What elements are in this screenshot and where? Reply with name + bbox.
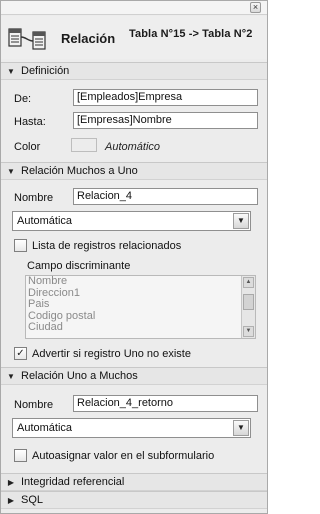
title-bar: × [1, 1, 267, 15]
section-sql[interactable]: ▶ SQL [1, 491, 267, 509]
hasta-field[interactable]: [Empresas]Nombre [73, 112, 258, 129]
advertir-checkbox-row[interactable]: ✓ Advertir si registro Uno no existe [14, 347, 191, 360]
section-definicion-label: Definición [21, 65, 70, 77]
collapsed-triangle-icon: ▶ [7, 495, 15, 505]
scroll-down-icon[interactable]: ▼ [243, 326, 254, 337]
list-item[interactable]: Ciudad [26, 321, 255, 334]
de-label: De: [14, 93, 32, 105]
list-scrollbar[interactable]: ▲ ▼ [241, 276, 255, 338]
hasta-label: Hasta: [14, 116, 46, 128]
scroll-up-icon[interactable]: ▲ [243, 277, 254, 288]
list-item[interactable]: Direccion1 [26, 287, 255, 300]
advertir-label: Advertir si registro Uno no existe [32, 347, 191, 360]
section-muchos-a-uno[interactable]: ▼ Relación Muchos a Uno [1, 162, 267, 180]
chevron-down-icon[interactable]: ▼ [233, 420, 249, 436]
color-swatch[interactable] [71, 138, 97, 152]
chevron-down-icon[interactable]: ▼ [233, 213, 249, 229]
color-value: Automático [105, 141, 161, 153]
campo-discriminante-label: Campo discriminante [27, 260, 131, 272]
select-value: Automática [17, 215, 73, 227]
relation-icon [8, 28, 46, 50]
lista-registros-label: Lista de registros relacionados [32, 239, 182, 252]
inspector-header: Relación Tabla N°15 -> Tabla N°2 [1, 16, 267, 59]
section-uno-a-muchos-label: Relación Uno a Muchos [21, 370, 138, 382]
lista-registros-checkbox[interactable] [14, 239, 27, 252]
expanded-triangle-icon: ▼ [7, 166, 15, 176]
nombre-retorno-label: Nombre [14, 399, 54, 411]
section-sql-label: SQL [21, 494, 44, 506]
expanded-triangle-icon: ▼ [7, 66, 15, 76]
collapsed-triangle-icon: ▶ [7, 477, 15, 487]
advertir-checkbox[interactable]: ✓ [14, 347, 27, 360]
section-integridad[interactable]: ▶ Integridad referencial [1, 473, 267, 491]
section-muchos-a-uno-label: Relación Muchos a Uno [21, 165, 138, 177]
autoasignar-label: Autoasignar valor en el subformulario [32, 449, 215, 462]
autoasignar-checkbox[interactable] [14, 449, 27, 462]
color-label: Color [14, 141, 41, 153]
campo-discriminante-list[interactable]: Nombre Direccion1 Pais Codigo postal Ciu… [25, 275, 256, 339]
scroll-thumb[interactable] [243, 294, 254, 310]
relation-inspector-window: × Relación Tabla N°15 -> Tabla N°2 ▼ Def… [0, 0, 268, 514]
muchos-a-uno-select[interactable]: Automática ▼ [12, 211, 251, 231]
close-button[interactable]: × [250, 2, 261, 13]
autoasignar-checkbox-row[interactable]: Autoasignar valor en el subformulario [14, 449, 214, 462]
list-item[interactable]: Nombre [26, 276, 255, 288]
nombre-field[interactable]: Relacion_4 [73, 188, 258, 205]
select-value: Automática [17, 422, 73, 434]
section-definicion[interactable]: ▼ Definición [1, 62, 267, 80]
lista-registros-checkbox-row[interactable]: Lista de registros relacionados [14, 239, 181, 252]
expanded-triangle-icon: ▼ [7, 371, 15, 381]
nombre-retorno-field[interactable]: Relacion_4_retorno [73, 395, 258, 412]
section-uno-a-muchos[interactable]: ▼ Relación Uno a Muchos [1, 367, 267, 385]
nombre-label: Nombre [14, 192, 54, 204]
inspector-title: Relación [61, 31, 116, 46]
uno-a-muchos-select[interactable]: Automática ▼ [12, 418, 251, 438]
de-field[interactable]: [Empleados]Empresa [73, 89, 258, 106]
list-item[interactable]: Pais [26, 298, 255, 311]
relation-tables-label: Tabla N°15 -> Tabla N°2 [129, 28, 253, 40]
section-integridad-label: Integridad referencial [21, 476, 125, 488]
